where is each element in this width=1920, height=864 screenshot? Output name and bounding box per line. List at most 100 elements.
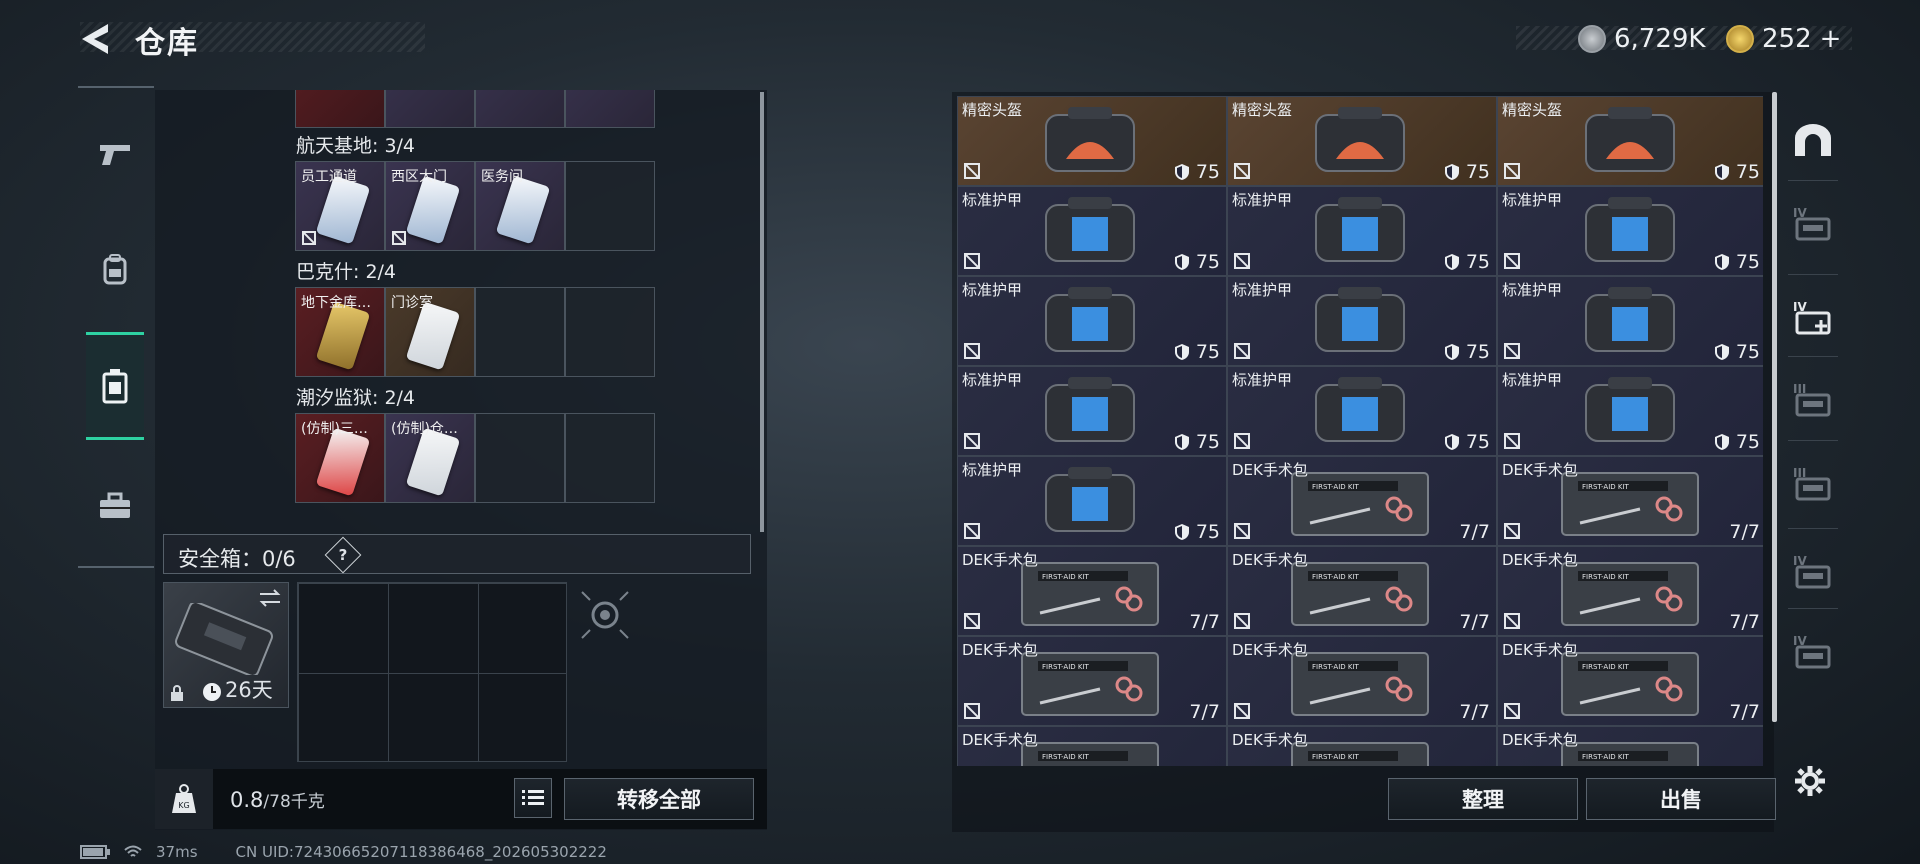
stash-item-armor[interactable]: 标准护甲 75 xyxy=(1227,276,1497,366)
key-slot[interactable]: (仿制)仓… xyxy=(385,413,475,503)
safe-box-item[interactable]: 26天 xyxy=(163,582,289,708)
sort-button[interactable]: 整理 xyxy=(1388,778,1578,820)
no-trade-icon xyxy=(1504,613,1520,629)
no-trade-icon xyxy=(1504,433,1520,449)
key-slot-name: 医务间 xyxy=(481,169,523,185)
help-icon: ? xyxy=(338,546,348,564)
stash-item-value: 7/7 xyxy=(1729,701,1760,723)
key-slot[interactable]: 员工通道 xyxy=(295,161,385,251)
no-trade-icon xyxy=(302,231,316,245)
stash-item-value-text: 7/7 xyxy=(1729,521,1760,543)
lock-icon xyxy=(171,685,183,701)
stash-item-value-text: 7/7 xyxy=(1459,611,1490,633)
stash-item-value-text: 75 xyxy=(1465,161,1490,183)
stash-item-kit[interactable]: FIRST-AID KIT DEK手术包 7/7 xyxy=(957,636,1227,726)
key-slot-name: 西区大门 xyxy=(391,169,447,185)
safe-box-grid[interactable] xyxy=(297,582,567,762)
stash-filter-5[interactable]: IV xyxy=(1782,532,1844,612)
settings-gear-icon[interactable] xyxy=(1793,764,1827,798)
key-slot-empty[interactable] xyxy=(565,413,655,503)
key-slot[interactable]: (仿制)三… xyxy=(295,413,385,503)
stash-item-kit[interactable]: FIRST-AID KIT DEK手术包 xyxy=(1227,726,1497,766)
stash-item-helmet[interactable]: 精密头盔 75 xyxy=(1227,96,1497,186)
stash-item-armor[interactable]: 标准护甲 75 xyxy=(957,456,1227,546)
stash-item-kit[interactable]: FIRST-AID KIT DEK手术包 7/7 xyxy=(1227,546,1497,636)
transfer-all-button[interactable]: 转移全部 xyxy=(564,778,754,820)
category-keys[interactable] xyxy=(86,332,144,440)
key-slot[interactable]: 医务间 xyxy=(475,161,565,251)
stash-scrollbar[interactable] xyxy=(1772,92,1777,722)
stash-item-kit[interactable]: FIRST-AID KIT DEK手术包 xyxy=(957,726,1227,766)
stash-item-name: 标准护甲 xyxy=(1232,281,1293,299)
category-tools[interactable] xyxy=(86,452,144,560)
category-gear[interactable] xyxy=(86,216,144,324)
battery-icon xyxy=(80,845,110,859)
back-arrow-icon[interactable] xyxy=(78,20,112,58)
swap-icon[interactable] xyxy=(258,589,282,607)
stash-item-armor[interactable]: 标准护甲 75 xyxy=(1497,366,1763,456)
stash-item-value-text: 75 xyxy=(1465,251,1490,273)
stash-item-helmet[interactable]: 精密头盔 75 xyxy=(957,96,1227,186)
key-slot-empty[interactable] xyxy=(565,161,655,251)
armor-vest-icon xyxy=(1585,287,1675,352)
safe-box-help-button[interactable]: ? xyxy=(324,536,362,574)
stash-item-armor[interactable]: 标准护甲 75 xyxy=(1497,276,1763,366)
key-slot-empty[interactable] xyxy=(475,287,565,377)
svg-text:KG: KG xyxy=(178,801,189,810)
no-trade-icon xyxy=(1234,523,1250,539)
stash-item-value: 75 xyxy=(1174,521,1220,543)
stash-item-armor[interactable]: 标准护甲 75 xyxy=(1227,366,1497,456)
stash-item-kit[interactable]: FIRST-AID KIT DEK手术包 7/7 xyxy=(1497,636,1763,726)
stash-item-kit[interactable]: FIRST-AID KIT DEK手术包 7/7 xyxy=(957,546,1227,636)
armor-vest-icon xyxy=(1315,197,1405,262)
stash-item-kit[interactable]: FIRST-AID KIT DEK手术包 7/7 xyxy=(1497,546,1763,636)
list-view-button[interactable] xyxy=(514,778,552,818)
armor-vest-icon xyxy=(1045,467,1135,532)
key-slot-name: (仿制)三… xyxy=(301,421,368,437)
stash-item-armor[interactable]: 标准护甲 75 xyxy=(1497,186,1763,276)
stash-item-kit[interactable]: FIRST-AID KIT DEK手术包 7/7 xyxy=(1227,636,1497,726)
key-slot[interactable]: 地下金库… xyxy=(295,287,385,377)
category-weapons[interactable] xyxy=(86,100,144,208)
sell-button[interactable]: 出售 xyxy=(1586,778,1776,820)
stash-item-value-text: 7/7 xyxy=(1189,701,1220,723)
add-gold-button[interactable]: + xyxy=(1820,24,1842,54)
key-slot-name: (仿制)仓… xyxy=(391,421,458,437)
keycard-case-icon xyxy=(102,369,128,404)
stash-item-armor[interactable]: 标准护甲 75 xyxy=(1227,186,1497,276)
key-slot-empty[interactable] xyxy=(475,413,565,503)
stash-item-name: DEK手术包 xyxy=(1232,551,1308,569)
kit-label: FIRST-AID KIT xyxy=(1312,573,1360,581)
stash-item-name: DEK手术包 xyxy=(1232,461,1308,479)
key-panel-scrollbar[interactable] xyxy=(760,92,764,532)
stash-item-value: 7/7 xyxy=(1189,701,1220,723)
stash-item-value: 75 xyxy=(1714,251,1760,273)
gold-currency[interactable]: 252 + xyxy=(1726,24,1841,54)
weight-max: /78千克 xyxy=(263,792,325,812)
stash-filter-2[interactable]: IV xyxy=(1782,278,1844,358)
weight-box: KG xyxy=(155,769,213,829)
stash-filter-1[interactable]: IV xyxy=(1782,184,1844,264)
stash-item-value: 7/7 xyxy=(1729,521,1760,543)
stash-item-helmet[interactable]: 精密头盔 75 xyxy=(1497,96,1763,186)
stash-item-armor[interactable]: 标准护甲 75 xyxy=(957,186,1227,276)
helmet-icon xyxy=(1045,107,1135,172)
stash-filter-6[interactable]: IV xyxy=(1782,612,1844,692)
stash-item-value-text: 75 xyxy=(1195,431,1220,453)
stash-item-value-text: 75 xyxy=(1195,251,1220,273)
stash-item-kit[interactable]: FIRST-AID KIT DEK手术包 7/7 xyxy=(1497,456,1763,546)
stash-filter-0[interactable] xyxy=(1782,100,1844,180)
sidebar-divider xyxy=(1788,528,1838,529)
key-slot-empty[interactable] xyxy=(565,287,655,377)
key-slot[interactable]: 门诊室 xyxy=(385,287,475,377)
key-slot[interactable]: 西区大门 xyxy=(385,161,475,251)
armor-vest-icon xyxy=(1315,377,1405,442)
stash-item-armor[interactable]: 标准护甲 75 xyxy=(957,366,1227,456)
stash-item-kit[interactable]: FIRST-AID KIT DEK手术包 xyxy=(1497,726,1763,766)
stash-filter-3[interactable]: III xyxy=(1782,360,1844,440)
stash-filter-4[interactable]: III xyxy=(1782,444,1844,524)
stash-item-value-text: 75 xyxy=(1735,161,1760,183)
stash-item-armor[interactable]: 标准护甲 75 xyxy=(957,276,1227,366)
no-trade-icon xyxy=(964,433,980,449)
stash-item-kit[interactable]: FIRST-AID KIT DEK手术包 7/7 xyxy=(1227,456,1497,546)
